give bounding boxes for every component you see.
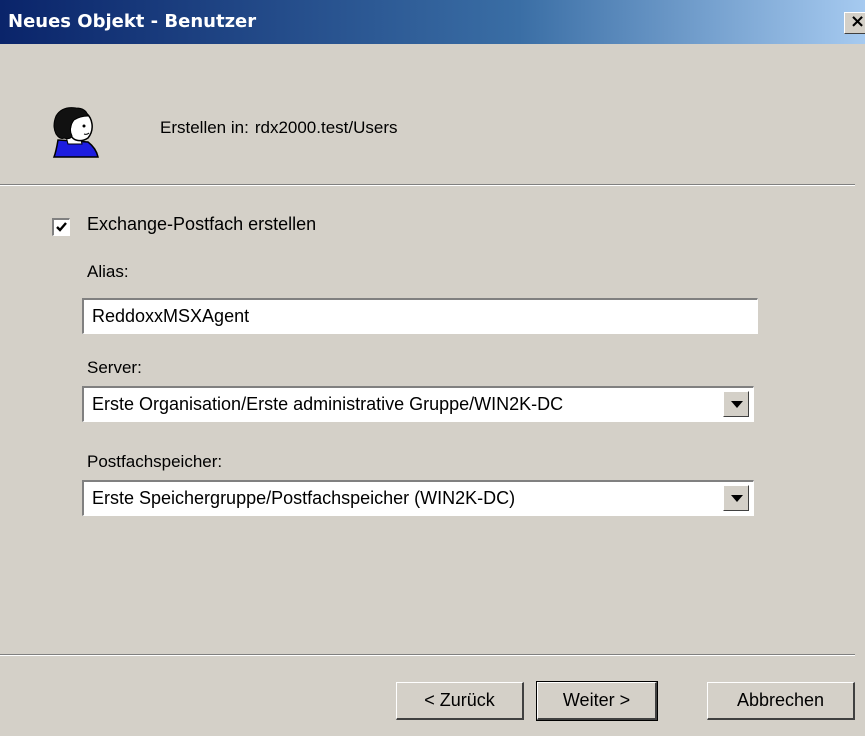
cancel-button[interactable]: Abbrechen — [707, 682, 855, 720]
checkmark-icon — [56, 222, 67, 232]
create-in-row: Erstellen in: rdx2000.test/Users — [160, 118, 398, 138]
title-bar: Neues Objekt - Benutzer × — [0, 0, 865, 44]
chevron-down-icon — [731, 495, 743, 502]
exchange-checkbox[interactable] — [52, 218, 70, 236]
divider-bottom — [0, 654, 855, 656]
back-button[interactable]: < Zurück — [396, 682, 524, 720]
create-in-label: Erstellen in: — [160, 118, 249, 137]
store-select[interactable]: Erste Speichergruppe/Postfachspeicher (W… — [82, 480, 754, 516]
close-button[interactable]: × — [844, 12, 865, 34]
server-select[interactable]: Erste Organisation/Erste administrative … — [82, 386, 754, 422]
exchange-checkbox-label[interactable]: Exchange-Postfach erstellen — [87, 214, 316, 235]
store-dropdown-button[interactable] — [723, 485, 749, 511]
divider-top — [0, 184, 855, 186]
alias-field[interactable]: ReddoxxMSXAgent — [82, 298, 758, 334]
server-label: Server: — [87, 358, 142, 377]
chevron-down-icon — [731, 401, 743, 408]
alias-label: Alias: — [87, 262, 129, 281]
user-icon — [46, 102, 106, 158]
next-button[interactable]: Weiter > — [536, 681, 658, 721]
store-label: Postfachspeicher: — [87, 452, 223, 471]
window-title: Neues Objekt - Benutzer — [8, 11, 257, 32]
server-dropdown-button[interactable] — [723, 391, 749, 417]
store-select-value: Erste Speichergruppe/Postfachspeicher (W… — [92, 488, 516, 508]
create-in-path: rdx2000.test/Users — [254, 118, 398, 137]
server-select-value: Erste Organisation/Erste administrative … — [92, 394, 564, 414]
